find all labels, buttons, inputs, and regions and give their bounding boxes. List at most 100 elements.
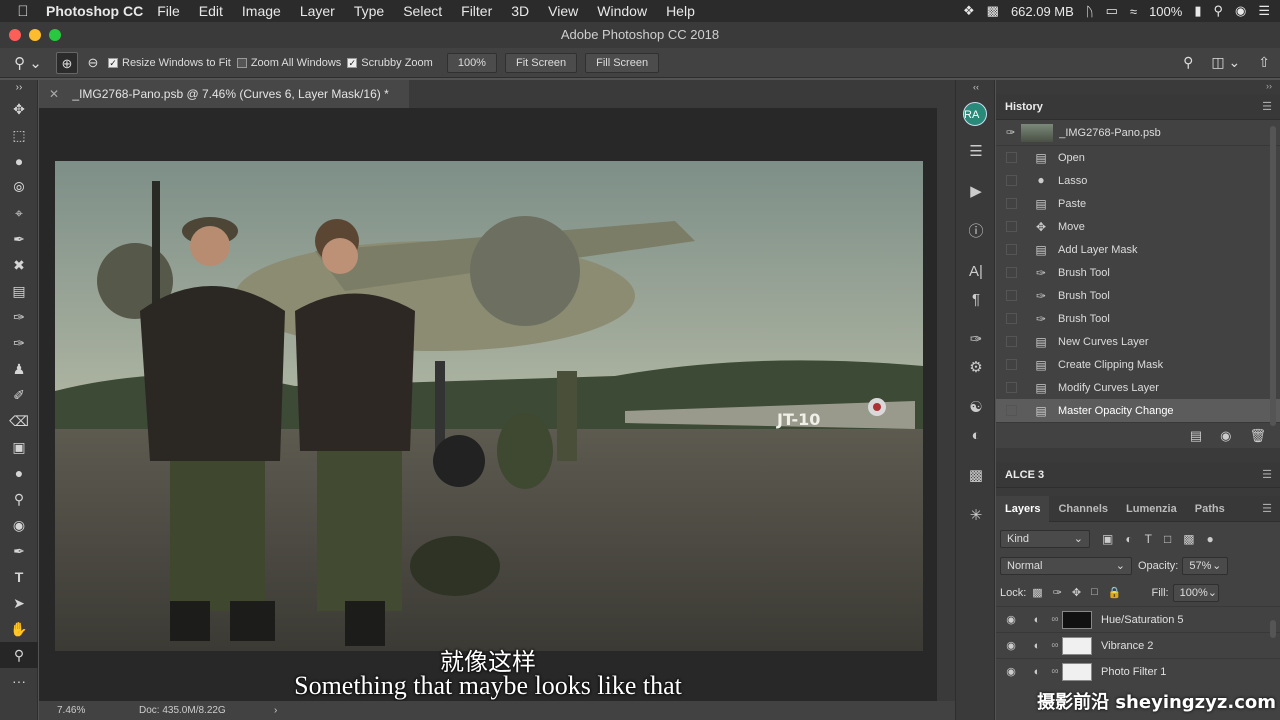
eraser-tool-icon[interactable]: ⌫ <box>0 408 38 434</box>
history-source-box[interactable] <box>1006 175 1017 186</box>
new-snapshot-icon[interactable]: ◉ <box>1220 428 1231 444</box>
history-item[interactable]: ⦁ Lasso <box>996 169 1280 192</box>
menu-select[interactable]: Select <box>403 3 442 19</box>
expand-toolbar-icon[interactable]: ›› <box>0 80 38 96</box>
history-item[interactable]: ✥ Move <box>996 215 1280 238</box>
new-document-from-state-icon[interactable]: ▤ <box>1190 428 1202 444</box>
history-source-box[interactable] <box>1006 405 1017 416</box>
delete-state-icon[interactable]: 🗑 <box>1249 428 1266 444</box>
layer-row[interactable]: ◉ ◐ ∞ Hue/Saturation 5 <box>996 606 1280 632</box>
layers-menu-icon[interactable]: ☰ <box>1262 502 1272 515</box>
lock-all-icon[interactable]: 🔒 <box>1108 586 1122 599</box>
search-icon[interactable]: ⚲ <box>1213 3 1223 19</box>
history-item[interactable]: ✑ Brush Tool <box>996 307 1280 330</box>
healing-tool-icon[interactable]: ✖ <box>0 252 38 278</box>
panels-collapse-bar[interactable]: ›› <box>996 80 1280 94</box>
collapse-dock-icon[interactable]: ‹‹ <box>956 80 996 94</box>
brush-settings-icon[interactable]: ✑ <box>956 326 996 354</box>
airplay-icon[interactable]: ▭ <box>1106 3 1118 19</box>
history-source-box[interactable] <box>1006 221 1017 232</box>
history-item[interactable]: ✑ Brush Tool <box>996 261 1280 284</box>
zoom-tool-preset-icon[interactable]: ⚲ ⌄ <box>0 54 56 72</box>
layer-row[interactable]: ◉ ◐ ∞ Vibrance 2 <box>996 632 1280 658</box>
layer-mask-thumbnail[interactable] <box>1062 610 1092 629</box>
filter-toggle-icon[interactable]: ● <box>1207 532 1214 546</box>
history-item[interactable]: ▤ Add Layer Mask <box>996 238 1280 261</box>
history-menu-icon[interactable]: ☰ <box>1262 100 1272 113</box>
eye-icon[interactable]: ◉ <box>996 665 1026 678</box>
tab-layers[interactable]: Layers <box>996 495 1050 522</box>
scrubby-zoom-checkbox[interactable]: ✓ Scrubby Zoom <box>347 57 433 69</box>
maximize-window-icon[interactable] <box>49 29 61 41</box>
mixer-brush-tool-icon[interactable]: ✑ <box>0 330 38 356</box>
tab-paths[interactable]: Paths <box>1186 496 1234 522</box>
canvas-vertical-scrollbar[interactable] <box>937 108 955 701</box>
wifi-icon[interactable]: ≈ <box>1130 4 1137 19</box>
collapse-panels-icon[interactable]: ›› <box>1266 81 1272 91</box>
doc-size[interactable]: Doc: 435.0M/8.22G <box>139 701 226 720</box>
move-tool-icon[interactable]: ✥ <box>0 96 38 122</box>
history-brush-source-icon[interactable]: ✑ <box>1006 126 1015 139</box>
layer-mask-thumbnail[interactable] <box>1062 636 1092 655</box>
fill-field[interactable]: 100% ⌄ <box>1172 583 1219 602</box>
character-panel-icon[interactable]: A| <box>956 258 996 286</box>
search-icon[interactable]: ⚲ <box>1183 54 1193 71</box>
history-item[interactable]: ▤ New Curves Layer <box>996 330 1280 353</box>
crop-tool-icon[interactable]: ⌖ <box>0 200 38 226</box>
history-item[interactable]: ▤ Paste <box>996 192 1280 215</box>
share-icon[interactable]: ⇧ <box>1258 54 1270 71</box>
eyedropper-tool-icon[interactable]: ✒ <box>0 226 38 252</box>
zoom-in-icon[interactable]: ⊕ <box>56 51 78 74</box>
brush-tool-icon[interactable]: ✑ <box>0 304 38 330</box>
menu-edit[interactable]: Edit <box>199 3 223 19</box>
lasso-tool-icon[interactable]: ⦁ <box>0 148 38 174</box>
history-source-box[interactable] <box>1006 244 1017 255</box>
history-item[interactable]: ▤ Create Clipping Mask <box>996 353 1280 376</box>
history-source-box[interactable] <box>1006 382 1017 393</box>
history-source-box[interactable] <box>1006 313 1017 324</box>
filter-adjustment-icon[interactable]: ◐ <box>1125 532 1132 546</box>
filter-smart-object-icon[interactable]: ▩ <box>1183 532 1194 546</box>
layer-mask-thumbnail[interactable] <box>1062 662 1092 681</box>
document-tab[interactable]: ✕ _IMG2768-Pano.psb @ 7.46% (Curves 6, L… <box>39 80 409 108</box>
plugin-panel-icon[interactable]: ▩ <box>956 462 996 490</box>
opacity-field[interactable]: 57% ⌄ <box>1182 556 1229 575</box>
close-window-icon[interactable] <box>9 29 21 41</box>
menu-file[interactable]: File <box>157 3 180 19</box>
tab-channels[interactable]: Channels <box>1049 496 1117 522</box>
history-source-box[interactable] <box>1006 152 1017 163</box>
history-item[interactable]: ✑ Brush Tool <box>996 284 1280 307</box>
history-snapshot[interactable]: ✑ _IMG2768-Pano.psb <box>996 120 1280 146</box>
actions-panel-icon[interactable]: ▶ <box>956 178 996 206</box>
menu-image[interactable]: Image <box>242 3 281 19</box>
menu-view[interactable]: View <box>548 3 578 19</box>
user-avatar[interactable]: RA <box>963 102 987 126</box>
zoom-out-icon[interactable]: ⊖ <box>82 52 104 74</box>
marquee-tool-icon[interactable]: ⬚ <box>0 122 38 148</box>
close-tab-icon[interactable]: ✕ <box>49 87 59 101</box>
menu-window[interactable]: Window <box>597 3 647 19</box>
battery-icon[interactable]: ▮ <box>1194 3 1201 19</box>
type-tool-icon[interactable]: T <box>0 564 38 590</box>
fill-screen-button[interactable]: Fill Screen <box>585 52 660 73</box>
lock-artboard-icon[interactable]: □ <box>1091 586 1098 599</box>
stamp-tool-icon[interactable]: ♟ <box>0 356 38 382</box>
app-menu[interactable]: Photoshop CC <box>46 3 143 19</box>
gradient-tool-icon[interactable]: ▣ <box>0 434 38 460</box>
path-select-tool-icon[interactable]: ➤ <box>0 590 38 616</box>
history-source-box[interactable] <box>1006 290 1017 301</box>
link-icon[interactable]: ∞ <box>1048 614 1062 625</box>
layers-scrollbar[interactable] <box>1270 620 1276 638</box>
tab-lumenzia[interactable]: Lumenzia <box>1117 496 1186 522</box>
apple-icon[interactable]:  <box>0 3 46 20</box>
zoom-100-button[interactable]: 100% <box>446 52 497 73</box>
notification-icon[interactable]: ☰ <box>1258 3 1270 19</box>
history-item[interactable]: ▤ Open <box>996 146 1280 169</box>
filter-kind-select[interactable]: Kind ⌄ <box>1000 529 1090 548</box>
menu-filter[interactable]: Filter <box>461 3 492 19</box>
siri-icon[interactable]: ◉ <box>1235 3 1246 19</box>
filter-shape-icon[interactable]: □ <box>1164 532 1171 546</box>
lock-pixels-icon[interactable]: ✑ <box>1053 586 1062 599</box>
history-brush-tool-icon[interactable]: ✐ <box>0 382 38 408</box>
workspace-icon[interactable]: ◫ ⌄ <box>1211 54 1240 71</box>
